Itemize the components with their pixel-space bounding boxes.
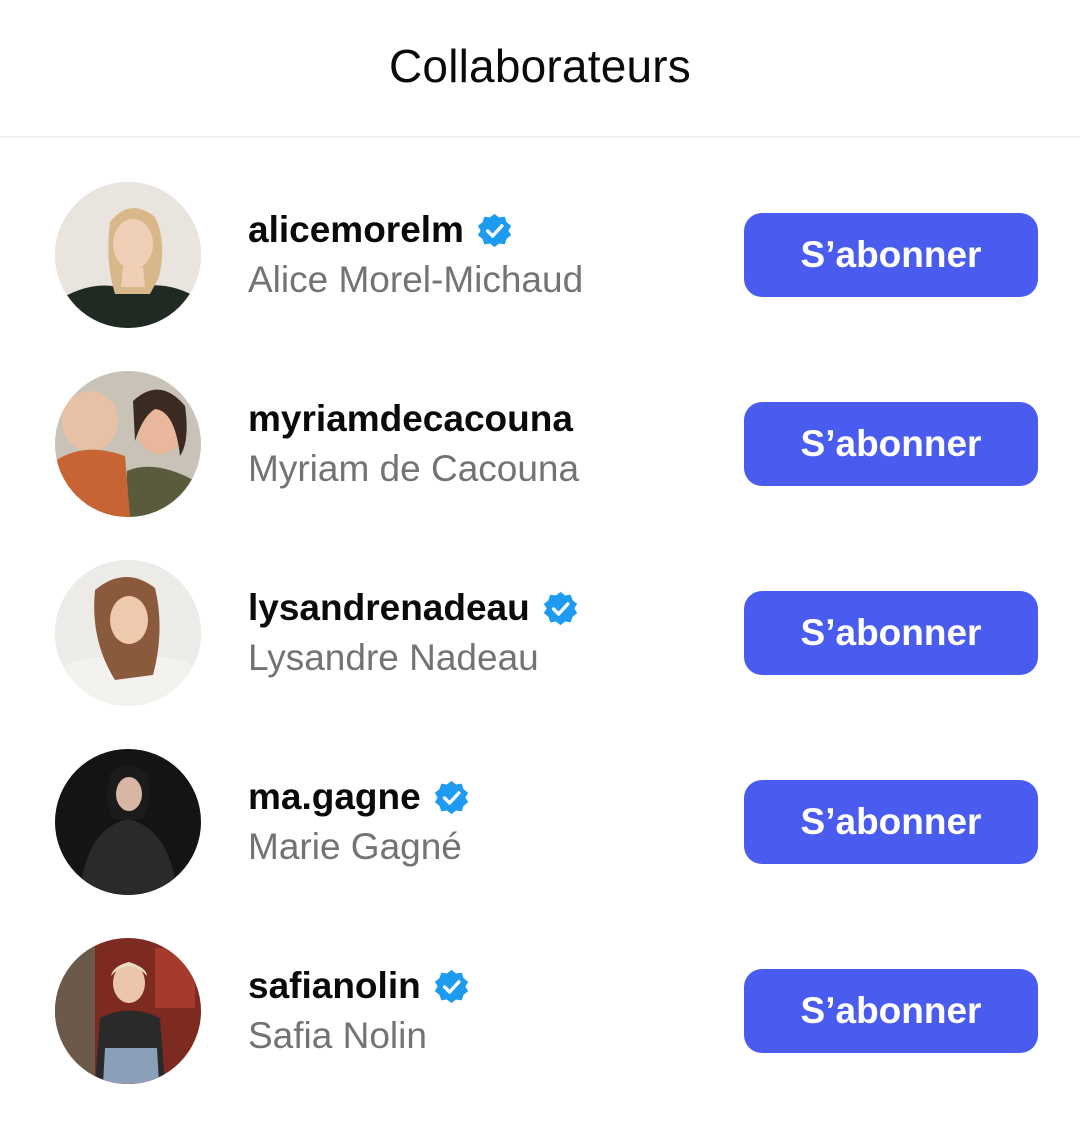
full-name: Myriam de Cacouna	[248, 448, 580, 489]
page-title: Collaborateurs	[389, 40, 691, 92]
list-item[interactable]: lysandrenadeau Lysandre Nadeau S’abonner	[0, 560, 1080, 710]
list-item[interactable]: ma.gagne Marie Gagné S’abonner	[0, 749, 1080, 899]
avatar[interactable]	[55, 560, 201, 706]
verified-badge-icon	[476, 212, 513, 249]
full-name: Marie Gagné	[248, 826, 462, 867]
list-item[interactable]: alicemorelm Alice Morel-Michaud S’abonne…	[0, 182, 1080, 332]
avatar[interactable]	[55, 938, 201, 1084]
username[interactable]: ma.gagne	[248, 776, 421, 818]
avatar[interactable]	[55, 182, 201, 328]
verified-badge-icon	[542, 590, 579, 627]
username[interactable]: lysandrenadeau	[248, 587, 530, 629]
follow-button[interactable]: S’abonner	[744, 591, 1038, 675]
full-name: Lysandre Nadeau	[248, 637, 539, 678]
page-header: Collaborateurs	[0, 0, 1080, 138]
full-name: Safia Nolin	[248, 1015, 427, 1056]
follow-button[interactable]: S’abonner	[744, 780, 1038, 864]
verified-badge-icon	[433, 968, 470, 1005]
list-item[interactable]: myriamdecacouna Myriam de Cacouna S’abon…	[0, 371, 1080, 521]
follow-button[interactable]: S’abonner	[744, 402, 1038, 486]
follow-button[interactable]: S’abonner	[744, 213, 1038, 297]
follow-button[interactable]: S’abonner	[744, 969, 1038, 1053]
avatar[interactable]	[55, 371, 201, 517]
username[interactable]: myriamdecacouna	[248, 398, 573, 440]
full-name: Alice Morel-Michaud	[248, 259, 584, 300]
verified-badge-icon	[433, 779, 470, 816]
username[interactable]: safianolin	[248, 965, 421, 1007]
avatar[interactable]	[55, 749, 201, 895]
list-item[interactable]: safianolin Safia Nolin S’abonner	[0, 938, 1080, 1088]
username[interactable]: alicemorelm	[248, 209, 464, 251]
